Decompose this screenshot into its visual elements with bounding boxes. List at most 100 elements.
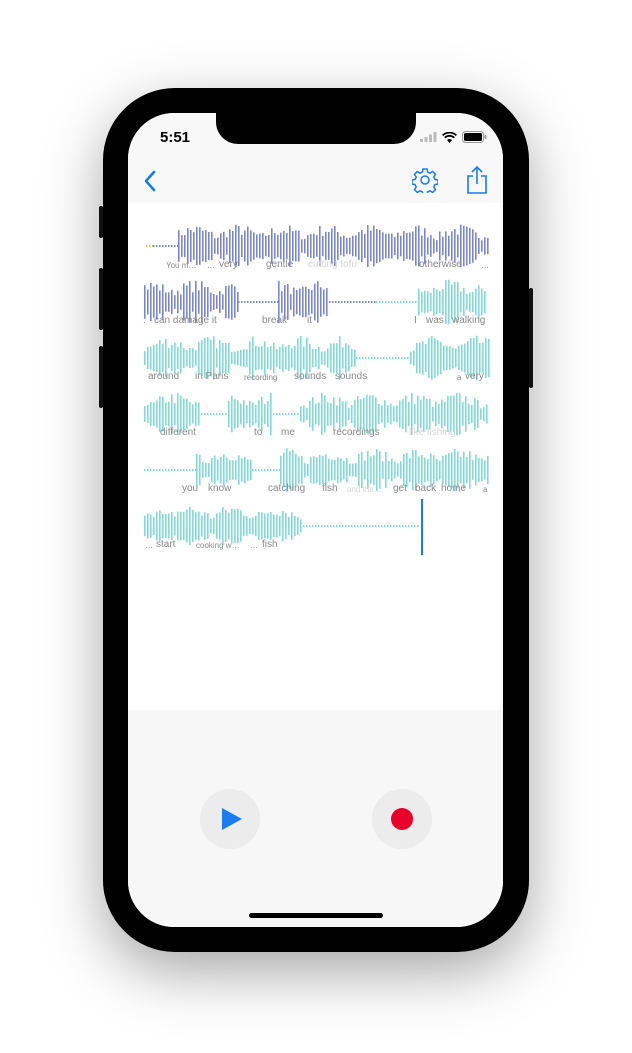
transcript-word[interactable]: recording <box>244 373 277 382</box>
transcript-word[interactable]: sounds <box>294 371 326 382</box>
waveform-bar <box>222 294 224 310</box>
transcript-word[interactable]: different <box>160 427 196 438</box>
waveform-bar <box>472 460 474 480</box>
waveform-bar <box>264 404 266 424</box>
transcript-word[interactable]: me <box>281 427 295 438</box>
waveform-bar <box>243 349 245 367</box>
transcript-word[interactable]: I <box>414 315 417 326</box>
transcript-word[interactable]: … <box>145 541 153 550</box>
volume-down-button <box>99 346 103 408</box>
waveform-bar <box>436 289 438 315</box>
transcript-word[interactable]: break <box>262 315 287 326</box>
waveform-bar <box>214 238 216 254</box>
transcript-word[interactable]: sounds <box>335 371 367 382</box>
record-button[interactable] <box>372 789 432 849</box>
transcript-word[interactable]: start <box>156 539 175 550</box>
waveform-bar <box>198 342 200 374</box>
gear-icon[interactable] <box>412 167 438 193</box>
transcript-word[interactable]: You m… <box>166 261 196 270</box>
transcript-word[interactable]: like fishing <box>409 427 456 438</box>
waveform-bar <box>261 512 263 540</box>
transcript-word[interactable]: fish <box>322 483 338 494</box>
transcript-word[interactable]: around <box>148 371 179 382</box>
waveform-bar <box>174 342 176 374</box>
waveform-bar <box>471 404 473 424</box>
waveform-bar <box>249 341 251 375</box>
waveform-bar <box>486 404 488 424</box>
transcript-word[interactable]: walking <box>452 315 485 326</box>
waveform-bar <box>208 463 210 477</box>
waveform-bar <box>293 287 295 317</box>
waveform-bar <box>246 404 248 424</box>
waveform-bar <box>310 457 312 483</box>
waveform-bar <box>487 455 489 485</box>
chevron-left-icon[interactable] <box>143 170 157 192</box>
transcript-word[interactable]: to <box>254 427 262 438</box>
waveform-bar <box>403 231 405 261</box>
waveform-bar <box>456 392 458 436</box>
waveform-bar <box>285 512 287 540</box>
transcript-word[interactable]: recordings <box>333 427 380 438</box>
waveform-bar <box>313 456 315 484</box>
waveform-bar <box>436 458 438 482</box>
transcript-word[interactable]: was <box>426 315 444 326</box>
waveform-bar <box>355 463 357 477</box>
waveform-bar <box>159 290 161 314</box>
waveform-bar <box>378 403 380 425</box>
waveform-bar <box>168 348 170 368</box>
playhead-cursor[interactable] <box>421 499 423 555</box>
waveform-bar <box>171 511 173 541</box>
waveform-bar <box>219 291 221 313</box>
transcript-word[interactable]: in Paris <box>195 371 228 382</box>
transcript-word[interactable]: … <box>250 541 258 550</box>
waveform-bar <box>291 512 293 540</box>
transcript-word[interactable]: back <box>415 483 436 494</box>
share-icon[interactable] <box>466 165 488 195</box>
waveform-bar <box>316 457 318 483</box>
waveform-bar <box>213 294 215 310</box>
waveform-bar <box>232 460 234 480</box>
transcript-word[interactable]: you <box>182 483 198 494</box>
transcript-word[interactable]: a <box>483 485 487 494</box>
waveform-bar <box>216 348 218 368</box>
transcript-word[interactable]: get <box>393 483 407 494</box>
transcript-word[interactable]: … <box>207 261 215 270</box>
waveform-bar <box>181 235 183 257</box>
waveform-bar <box>469 227 471 265</box>
transcript-word[interactable]: fish <box>262 539 278 550</box>
transcript-word[interactable]: very <box>465 371 484 382</box>
transcript-word[interactable]: it <box>307 315 312 326</box>
waveform-bar <box>373 225 375 267</box>
waveform-bar <box>488 338 490 378</box>
waveform-bar <box>180 294 182 310</box>
transcript-word[interactable]: a <box>457 373 461 382</box>
transcript-word[interactable]: cooking w… <box>196 541 240 550</box>
transcript-word[interactable]: . <box>143 315 146 326</box>
transcript-word[interactable]: very <box>219 259 238 270</box>
waveform-bar <box>425 343 427 373</box>
waveform-bar <box>255 515 257 537</box>
transcript-word[interactable]: otherwise <box>419 259 462 270</box>
transcript-word[interactable]: know <box>208 483 231 494</box>
waveform-bar <box>144 406 146 422</box>
waveform-bar <box>183 398 185 430</box>
transcript-word[interactable]: gentle <box>266 259 293 270</box>
waveform-bar <box>468 403 470 425</box>
waveform-bar <box>231 508 233 544</box>
waveform-bar <box>345 343 347 373</box>
transcript-word[interactable]: cutting tofu <box>308 259 357 270</box>
transcript-word[interactable]: can damage it <box>154 315 217 326</box>
waveform-bar <box>330 403 332 425</box>
transcript-word[interactable]: … <box>481 261 489 270</box>
transcript-word[interactable]: home <box>441 483 466 494</box>
transcript-word[interactable]: and the… <box>347 485 382 494</box>
waveform-bar <box>231 395 233 433</box>
waveform-bar <box>310 234 312 258</box>
transcript-word[interactable]: catching <box>268 483 305 494</box>
transcript-view[interactable]: You m… … very gentle cutting tofu otherwise ….… <box>128 203 503 710</box>
waveform-bar <box>432 406 434 422</box>
waveform-bar <box>207 513 209 539</box>
play-button[interactable] <box>200 789 260 849</box>
waveform-bar <box>352 463 354 477</box>
waveform-bar <box>427 458 429 482</box>
